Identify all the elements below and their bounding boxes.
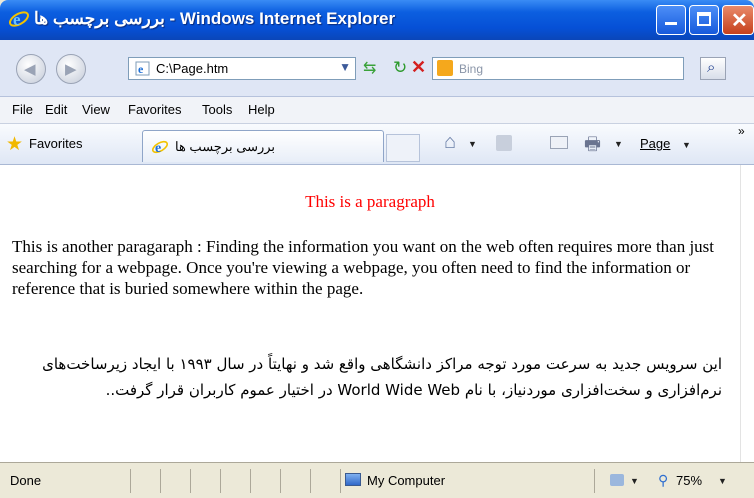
compatibility-icon: ⇆ [363,60,377,77]
window-title: بررسی برچسب ها - Windows Internet Explor… [34,9,396,28]
printer-icon: 🖶 [584,134,601,154]
status-divider [190,469,191,493]
status-divider [310,469,311,493]
status-divider [594,469,595,493]
magnifier-icon: ⌕ [707,59,716,76]
ie-tab-icon: e [151,140,169,156]
tab-current-page[interactable]: e بررسی برچسب ها [142,130,384,162]
maximize-button[interactable] [689,5,719,35]
new-tab-button[interactable] [386,134,420,162]
back-button[interactable]: ◀ [16,54,46,84]
maximize-icon [697,12,711,26]
menu-edit[interactable]: Edit [45,102,67,117]
search-button[interactable]: ⌕ [700,57,726,80]
favorites-star-icon: ★ [6,134,24,155]
status-text: Done [10,473,42,488]
stop-button[interactable]: ✕ [406,57,430,80]
menu-file[interactable]: File [12,102,33,117]
title-bar[interactable]: e بررسی برچسب ها - Windows Internet Expl… [0,0,754,40]
minimize-button[interactable] [656,5,686,35]
status-bar: Done My Computer ▼ ⚲ 75% ▼ [0,462,754,498]
page-menu-label: Page [640,136,671,151]
ie-logo-icon: e [8,10,30,29]
protected-mode-icon[interactable] [610,474,624,486]
minimize-icon [665,22,677,25]
zone-label: My Computer [367,473,446,488]
address-url: C:\Page.htm [156,61,229,76]
back-arrow-icon: ◀ [24,61,36,78]
mail-icon [550,136,568,149]
more-commands-icon[interactable]: » [738,124,745,138]
favorites-label: Favorites [29,136,83,151]
stop-icon: ✕ [411,57,427,77]
close-icon: ✕ [731,10,748,32]
bing-icon [437,60,453,76]
home-dropdown-icon[interactable]: ▼ [468,139,477,149]
favorites-bar: ★ Favorites e بررسی برچسب ها ⌂ ▼ 🖶 ▼ Pag… [0,124,754,165]
protected-mode-dropdown-icon[interactable]: ▼ [630,476,639,486]
home-icon: ⌂ [444,131,457,153]
forward-button[interactable]: ▶ [56,54,86,84]
rss-feed-icon [496,135,512,151]
compatibility-view-button[interactable]: ⇆ [360,57,384,80]
persian-paragraph: این سرویس جدید به سرعت مورد توجه مراکز د… [42,355,722,399]
status-divider [280,469,281,493]
zoom-dropdown-icon[interactable]: ▼ [718,476,727,486]
page-icon: e [135,61,150,76]
status-divider [160,469,161,493]
menu-help[interactable]: Help [248,102,275,117]
menu-view[interactable]: View [82,102,110,117]
vertical-scrollbar[interactable] [740,165,754,462]
menu-bar: File Edit View Favorites Tools Help [0,97,754,124]
search-input[interactable]: Bing [459,62,483,76]
address-field[interactable]: e C:\Page.htm ▼ [128,57,356,80]
tab-title: بررسی برچسب ها [175,139,276,154]
page-content: This is a paragraph This is another para… [0,165,740,462]
red-paragraph: This is a paragraph [305,192,435,211]
page-dropdown-icon[interactable]: ▼ [682,140,691,150]
search-box[interactable]: Bing [432,57,684,80]
computer-icon [345,473,361,486]
print-dropdown-icon[interactable]: ▼ [614,139,623,149]
status-divider [250,469,251,493]
close-button[interactable]: ✕ [722,5,754,35]
svg-text:e: e [13,10,21,29]
svg-text:e: e [155,141,161,156]
status-divider [220,469,221,493]
english-paragraph: This is another paragaraph : Finding the… [12,237,715,298]
zoom-level[interactable]: 75% [676,473,702,488]
forward-arrow-icon: ▶ [65,61,77,78]
address-toolbar: ◀ ▶ e C:\Page.htm ▼ ⇆ ↻ ✕ Bing ⌕ [0,40,754,97]
status-divider [340,469,341,493]
svg-text:e: e [138,62,144,76]
address-dropdown-icon[interactable]: ▼ [339,60,351,74]
status-divider [130,469,131,493]
menu-tools[interactable]: Tools [202,102,232,117]
menu-favorites[interactable]: Favorites [128,102,181,117]
browser-window: e بررسی برچسب ها - Windows Internet Expl… [0,0,754,498]
zoom-magnifier-icon: ⚲ [658,472,669,488]
